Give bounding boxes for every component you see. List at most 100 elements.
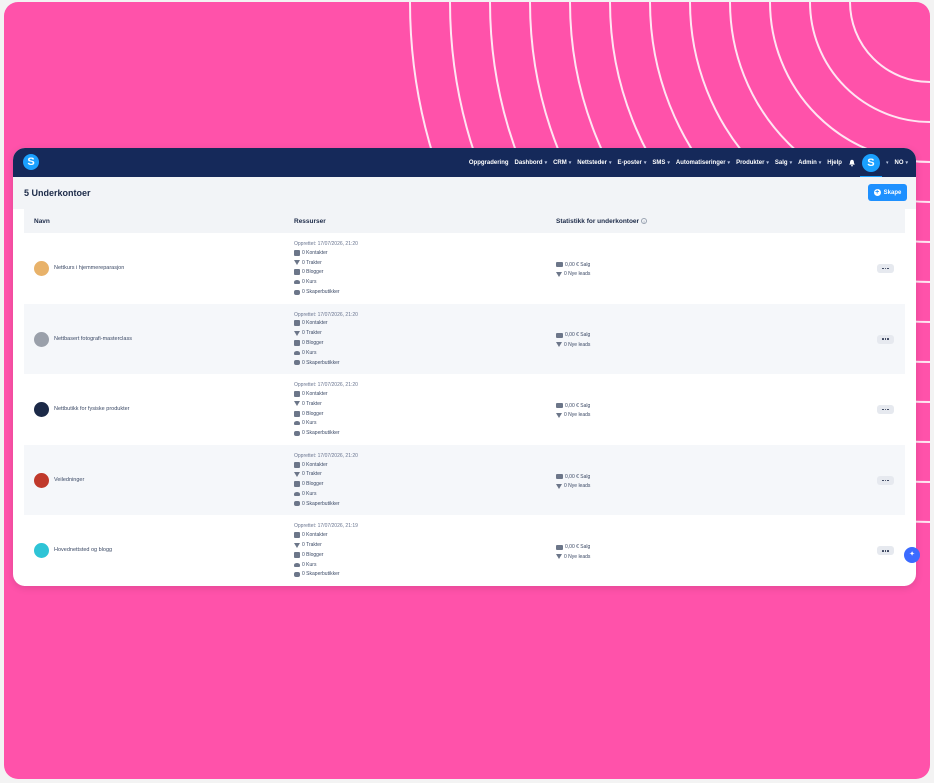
more-options-button[interactable] (877, 334, 894, 344)
nav-item-crm[interactable]: CRM ▾ (553, 160, 571, 166)
info-icon[interactable]: i (641, 218, 648, 225)
chevron-down-icon: ▾ (667, 159, 670, 166)
resource-line: 0 Kontakter (294, 389, 358, 399)
money-icon (556, 403, 563, 409)
ellipsis-dot (884, 479, 887, 482)
created-date: Opprettet: 17/07/2026, 21:20 (294, 382, 358, 389)
resource-line: 0 Trakter (294, 470, 358, 480)
nav-item-oppgradering[interactable]: Oppgradering (469, 160, 509, 166)
nav-item-label: E-poster (617, 159, 642, 166)
resource-line: 0 Kontakter (294, 460, 358, 470)
leads-stat: 0 Nye leads (556, 340, 590, 350)
store-icon (294, 571, 300, 577)
column-header-resources: Ressurser (294, 218, 326, 225)
user-avatar[interactable]: S (859, 153, 882, 178)
funnel-icon (556, 483, 562, 489)
money-icon (556, 262, 563, 268)
cart-icon (34, 402, 49, 418)
resource-line: 0 Blogger (294, 338, 358, 348)
sales-value: 0,00 € Salg (565, 261, 591, 268)
language-selector[interactable]: NO ▾ (894, 160, 908, 166)
resource-line: 0 Blogger (294, 479, 358, 489)
sales-stat: 0,00 € Salg (556, 472, 590, 482)
nav-item-label: Salg (774, 159, 788, 166)
store-icon (294, 430, 300, 436)
funnel-icon (294, 471, 300, 477)
resource-count: 0 Skaperbutikker (302, 571, 340, 578)
resource-count: 0 Kurs (302, 491, 317, 498)
resource-line: 0 Trakter (294, 328, 358, 338)
course-icon (294, 350, 300, 355)
stats-cell: 0,00 € Salg 0 Nye leads (556, 401, 590, 420)
create-subaccount-button[interactable]: + Skape (868, 184, 907, 201)
ellipsis-dot (887, 408, 889, 411)
nav-item-produkter[interactable]: Produkter ▾ (736, 160, 769, 166)
sales-stat: 0,00 € Salg (556, 401, 590, 411)
nav-item-salg[interactable]: Salg ▾ (775, 160, 792, 166)
book-icon (34, 472, 49, 488)
more-options-button[interactable] (877, 264, 894, 273)
language-label: NO (894, 159, 904, 166)
chevron-down-icon: ▾ (818, 159, 822, 166)
resources-cell: Opprettet: 17/07/2026, 21:20 0 Kontakter 0… (294, 452, 358, 509)
handyman-icon (34, 261, 49, 276)
nav-item-e-poster[interactable]: E-poster ▾ (617, 160, 646, 166)
resource-count: 0 Blogger (302, 481, 324, 488)
resource-count: 0 Kontakter (302, 532, 328, 539)
nav-item-nettsteder[interactable]: Nettsteder ▾ (577, 160, 611, 166)
stats-cell: 0,00 € Salg 0 Nye leads (556, 472, 590, 491)
nav-item-hjelp[interactable]: Hjelp (827, 160, 842, 166)
main-menu: Oppgradering Dashbord ▾ CRM ▾ Nettsteder ▾ E-po… (469, 148, 908, 178)
plus-icon: + (873, 189, 881, 196)
nav-item-automatiseringer[interactable]: Automatiseringer ▾ (676, 160, 730, 166)
nav-item-sms[interactable]: SMS ▾ (652, 160, 670, 166)
chevron-down-icon: ▾ (905, 159, 908, 166)
resources-cell: Opprettet: 17/07/2026, 21:19 0 Kontakter 0… (294, 522, 358, 579)
nav-item-dashbord[interactable]: Dashbord ▾ (515, 160, 548, 166)
camera-icon (34, 331, 49, 347)
ellipsis-icon (882, 550, 884, 552)
resource-count: 0 Kontakter (302, 391, 328, 398)
notifications-button[interactable] (848, 159, 856, 167)
sales-value: 0,00 € Salg (565, 332, 591, 339)
more-options-button[interactable] (877, 546, 894, 556)
stats-cell: 0,00 € Salg 0 Nye leads (556, 331, 590, 350)
chevron-down-icon[interactable]: ▾ (886, 160, 889, 166)
resource-line: 0 Kurs (294, 419, 358, 429)
ellipsis-icon (882, 479, 884, 482)
bell-icon (849, 159, 855, 166)
subaccount-name-link[interactable]: Veiledninger (54, 477, 84, 483)
nav-item-label: SMS (652, 159, 666, 166)
subaccount-name-link[interactable]: Hovednettsted og blogg (54, 547, 112, 553)
sales-stat: 0,00 € Salg (556, 331, 590, 341)
resource-count: 0 Trakter (302, 330, 322, 337)
table-row: Nettbutikk for fysiske produkter Opprette… (24, 374, 905, 446)
resource-line: 0 Trakter (294, 540, 358, 550)
nav-item-label: Dashbord (514, 159, 543, 166)
ellipsis-dot (884, 550, 887, 552)
blog-icon (294, 551, 300, 558)
course-icon (294, 562, 300, 567)
more-options-button[interactable] (877, 475, 894, 485)
brand-logo[interactable]: S (23, 154, 39, 170)
leads-value: 0 Nye leads (564, 271, 591, 278)
resource-count: 0 Trakter (302, 542, 322, 549)
contacts-icon (294, 391, 300, 398)
sales-stat: 0,00 € Salg (556, 542, 590, 552)
subaccount-name-link[interactable]: Nettbasert fotografi-masterclass (54, 336, 132, 342)
nav-item-admin[interactable]: Admin ▾ (798, 160, 821, 166)
subaccount-name-link[interactable]: Nettbutikk for fysiske produkter (54, 406, 130, 412)
contacts-icon (294, 249, 300, 256)
more-options-button[interactable] (877, 405, 894, 415)
resource-line: 0 Kontakter (294, 248, 358, 258)
ellipsis-dot (887, 479, 889, 482)
resource-line: 0 Kontakter (294, 530, 358, 540)
resource-count: 0 Kontakter (302, 320, 328, 327)
floating-action-button[interactable]: ✦ (904, 547, 920, 563)
page-title: 5 Underkontoer (24, 188, 91, 198)
subaccount-name-link[interactable]: Nettkurs i hjemmereparasjon (54, 265, 124, 271)
resource-count: 0 Blogger (302, 340, 324, 347)
chevron-down-icon: ▾ (643, 159, 647, 166)
resource-count: 0 Trakter (302, 259, 322, 266)
funnel-icon (294, 260, 300, 266)
